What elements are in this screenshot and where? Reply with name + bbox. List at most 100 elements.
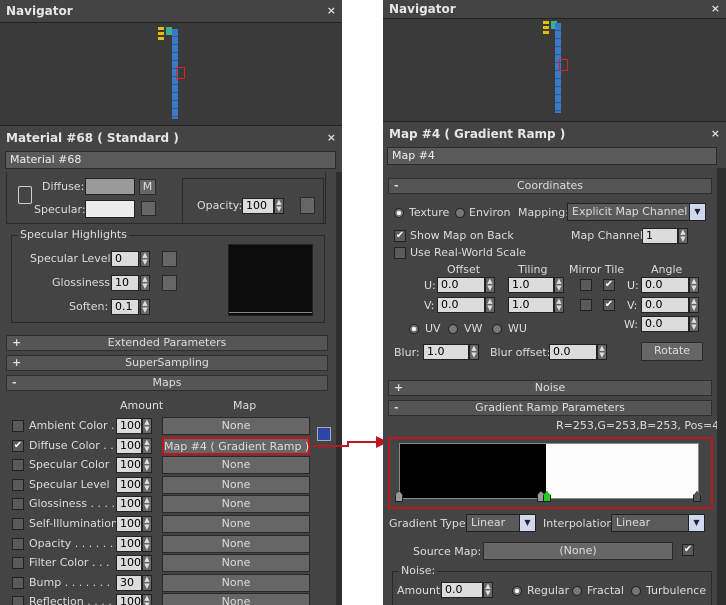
v-mirror-checkbox[interactable] (580, 299, 592, 311)
diffuse-map-button[interactable]: M (139, 179, 156, 195)
v-offset-spinner[interactable]: 0.0 (437, 297, 485, 313)
v-offset-arrows[interactable]: ▲ ▼ (485, 297, 495, 313)
navigator-view-right[interactable] (383, 18, 726, 122)
w-angle-arrows[interactable]: ▲ ▼ (689, 316, 699, 332)
rotate-button[interactable]: Rotate (641, 342, 703, 361)
w-angle-spinner[interactable]: 0.0 (641, 316, 689, 332)
map-slot-checkbox[interactable] (12, 478, 24, 491)
map-slot-checkbox[interactable] (12, 518, 24, 530)
source-map-checkbox[interactable]: ✔ (682, 544, 694, 556)
u-angle-arrows[interactable]: ▲ ▼ (689, 277, 699, 293)
map-slot-amount-arrows[interactable]: ▲▼ (142, 594, 152, 605)
map-slot-amount-arrows[interactable]: ▲▼ (142, 516, 152, 532)
interpolation-dropdown[interactable]: Linear ▼ (611, 514, 705, 532)
blur-offset-arrows[interactable]: ▲ ▼ (597, 344, 607, 360)
opacity-spinner-arrows[interactable]: ▲ ▼ (274, 198, 284, 214)
map-slot-amount-spinner[interactable]: 100 (116, 418, 142, 434)
map-slot-amount-arrows[interactable]: ▲▼ (142, 535, 152, 552)
map-slot-checkbox[interactable] (12, 557, 24, 570)
rollout-extended-parameters[interactable]: + Extended Parameters (6, 335, 328, 351)
u-tiling-arrows[interactable]: ▲ ▼ (554, 277, 564, 293)
regular-radio[interactable] (512, 586, 522, 596)
rollout-noise[interactable]: + Noise (388, 380, 712, 396)
gradient-type-dropdown[interactable]: Linear ▼ (466, 514, 536, 532)
u-tiling-spinner[interactable]: 1.0 (508, 277, 554, 293)
map-slot-amount-spinner[interactable]: 30 (116, 574, 142, 591)
texture-radio[interactable] (394, 208, 404, 218)
specular-map-button[interactable] (141, 201, 156, 216)
map-channel-arrows[interactable]: ▲ ▼ (678, 228, 688, 244)
spec-level-spinner[interactable]: 0 (111, 251, 139, 267)
map-slot-amount-spinner[interactable]: 100 (116, 437, 142, 454)
soften-arrows[interactable]: ▲ ▼ (140, 299, 150, 315)
rollout-coordinates[interactable]: - Coordinates (388, 178, 712, 194)
map-slot-button[interactable]: Map #4 ( Gradient Ramp ) (162, 436, 310, 455)
noise-amount-arrows[interactable]: ▲ ▼ (483, 582, 493, 598)
opacity-map-button[interactable] (300, 197, 315, 214)
blur-spinner[interactable]: 1.0 (423, 344, 469, 360)
map-slot-checkbox[interactable] (12, 459, 24, 472)
diffuse-swatch[interactable] (85, 178, 135, 195)
right-scrollbar[interactable] (717, 168, 726, 605)
map-slot-button[interactable]: None (162, 593, 310, 605)
soften-spinner[interactable]: 0.1 (111, 299, 139, 315)
show-map-on-back-checkbox[interactable]: ✔ (394, 230, 406, 242)
v-tile-checkbox[interactable]: ✔ (603, 299, 615, 311)
turbulence-radio[interactable] (631, 586, 641, 596)
map-name-field[interactable]: Map #4 (387, 147, 717, 165)
map-slot-amount-arrows[interactable]: ▲▼ (142, 457, 152, 474)
chevron-down-icon[interactable]: ▼ (689, 204, 705, 220)
v-angle-spinner[interactable]: 0.0 (641, 297, 689, 313)
specular-swatch[interactable] (85, 200, 135, 218)
navigator-view-left[interactable] (0, 22, 342, 126)
close-icon[interactable]: × (327, 4, 336, 17)
map-slot-amount-arrows[interactable]: ▲▼ (142, 476, 152, 493)
map-slot-amount-spinner[interactable]: 100 (116, 516, 142, 532)
map-slot-amount-arrows[interactable]: ▲▼ (142, 418, 152, 434)
map-slot-checkbox[interactable] (12, 498, 24, 511)
source-map-button[interactable]: (None) (483, 542, 673, 560)
map-slot-amount-arrows[interactable]: ▲▼ (142, 496, 152, 513)
u-offset-arrows[interactable]: ▲ ▼ (485, 277, 495, 293)
glossiness-spinner[interactable]: 10 (111, 275, 139, 291)
map-slot-button[interactable]: None (162, 475, 310, 494)
close-icon[interactable]: × (327, 131, 336, 144)
map-slot-amount-spinner[interactable]: 100 (116, 594, 142, 605)
map-slot-amount-spinner[interactable]: 100 (116, 555, 142, 572)
map-slot-amount-arrows[interactable]: ▲▼ (142, 574, 152, 591)
chevron-down-icon[interactable]: ▼ (519, 515, 535, 531)
map-slot-checkbox[interactable] (12, 420, 24, 432)
map-slot-amount-spinner[interactable]: 100 (116, 535, 142, 552)
rollout-maps[interactable]: - Maps (6, 375, 328, 391)
lock-icon[interactable] (18, 186, 32, 204)
rollout-supersampling[interactable]: + SuperSampling (6, 355, 328, 371)
glossiness-map-button[interactable] (162, 275, 177, 291)
use-real-world-checkbox[interactable] (394, 247, 406, 259)
mapping-dropdown[interactable]: Explicit Map Channel ▼ (567, 203, 706, 221)
map-slot-checkbox[interactable]: ✔ (12, 439, 24, 452)
u-tile-checkbox[interactable]: ✔ (603, 279, 615, 291)
fractal-radio[interactable] (572, 586, 582, 596)
uv-radio[interactable] (409, 324, 419, 334)
map-slot-button[interactable]: None (162, 554, 310, 573)
gradient-ramp[interactable] (399, 443, 699, 499)
map-slot-button[interactable]: None (162, 456, 310, 475)
wu-radio[interactable] (492, 324, 502, 334)
v-tiling-arrows[interactable]: ▲ ▼ (554, 297, 564, 313)
map-slot-checkbox[interactable] (12, 537, 24, 550)
chevron-down-icon[interactable]: ▼ (688, 515, 704, 531)
v-angle-arrows[interactable]: ▲ ▼ (689, 297, 699, 313)
map-slot-amount-spinner[interactable]: 100 (116, 496, 142, 513)
rollout-gradient-ramp-parameters[interactable]: - Gradient Ramp Parameters (388, 400, 712, 416)
map-slot-button[interactable]: None (162, 534, 310, 553)
glossiness-arrows[interactable]: ▲ ▼ (140, 275, 150, 291)
spec-level-map-button[interactable] (162, 251, 177, 267)
blur-arrows[interactable]: ▲ ▼ (469, 344, 479, 360)
map-slot-amount-arrows[interactable]: ▲▼ (142, 437, 152, 454)
close-icon[interactable]: × (711, 2, 720, 15)
left-scrollbar[interactable] (336, 172, 342, 605)
environ-radio[interactable] (455, 208, 465, 218)
u-angle-spinner[interactable]: 0.0 (641, 277, 689, 293)
map-slot-button[interactable]: None (162, 417, 310, 435)
opacity-spinner[interactable]: 100 (242, 198, 274, 214)
